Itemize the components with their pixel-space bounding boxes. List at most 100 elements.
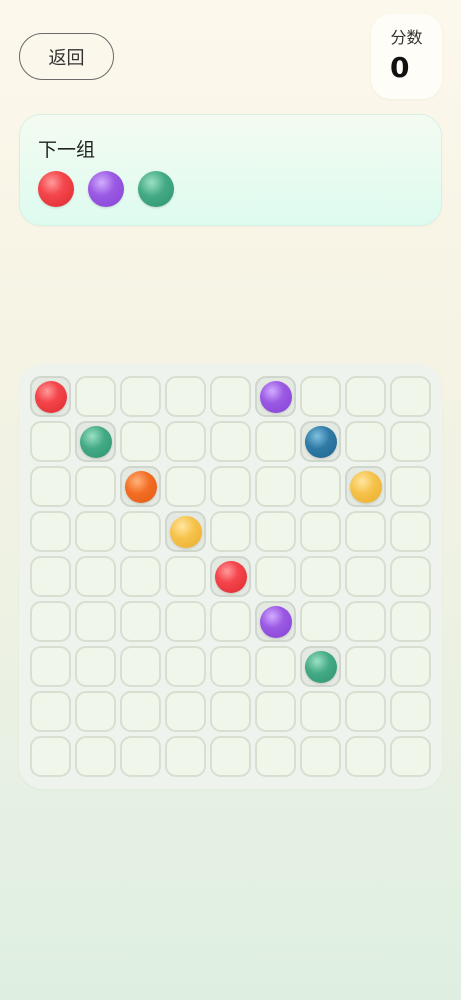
board-cell[interactable] [255,376,296,417]
board-cell[interactable] [165,691,206,732]
board-cell[interactable] [255,736,296,777]
board-cell[interactable] [75,466,116,507]
board-cell[interactable] [390,376,431,417]
board-cell[interactable] [165,466,206,507]
board-cell[interactable] [210,556,251,597]
board-cell[interactable] [165,376,206,417]
board-cell[interactable] [30,601,71,642]
board-cell[interactable] [210,466,251,507]
board-cell[interactable] [165,421,206,462]
ball-red[interactable] [34,380,67,413]
board-cell[interactable] [30,556,71,597]
board-cell[interactable] [255,601,296,642]
board-cell[interactable] [300,736,341,777]
board-cell[interactable] [390,466,431,507]
ball-purple[interactable] [259,605,292,638]
board-cell[interactable] [255,421,296,462]
ball-yellow[interactable] [169,515,202,548]
board-cell[interactable] [210,376,251,417]
ball-blue[interactable] [304,425,337,458]
board-cell[interactable] [75,376,116,417]
board-cell[interactable] [300,511,341,552]
board-cell[interactable] [345,376,386,417]
board-cell[interactable] [255,511,296,552]
board-cell[interactable] [345,601,386,642]
board-cell[interactable] [210,511,251,552]
ball-green[interactable] [304,650,337,683]
board-cell[interactable] [255,691,296,732]
next-ball-red [38,171,74,207]
board-cell[interactable] [165,601,206,642]
board-cell[interactable] [120,601,161,642]
board-cell[interactable] [390,511,431,552]
board-cell[interactable] [120,466,161,507]
ball-red[interactable] [214,560,247,593]
board-cell[interactable] [165,646,206,687]
board-cell[interactable] [30,466,71,507]
board-cell[interactable] [210,601,251,642]
board-cell[interactable] [210,736,251,777]
board-cell[interactable] [120,736,161,777]
ball-green[interactable] [79,425,112,458]
board-cell[interactable] [345,736,386,777]
board-cell[interactable] [75,601,116,642]
board-cell[interactable] [210,646,251,687]
board-cell[interactable] [390,691,431,732]
board-cell[interactable] [30,376,71,417]
board-cell[interactable] [75,691,116,732]
board-cell[interactable] [345,646,386,687]
board-cell[interactable] [120,376,161,417]
board-cell[interactable] [75,511,116,552]
board-cell[interactable] [300,691,341,732]
board-cell[interactable] [300,646,341,687]
board-cell[interactable] [255,556,296,597]
board-cell[interactable] [390,556,431,597]
ball-purple[interactable] [259,380,292,413]
board-cell[interactable] [345,511,386,552]
game-board [19,364,442,789]
board-cell[interactable] [120,556,161,597]
board-cell[interactable] [345,421,386,462]
board-cell[interactable] [390,646,431,687]
board-cell[interactable] [30,736,71,777]
board-cell[interactable] [30,421,71,462]
board-cell[interactable] [30,646,71,687]
board-cell[interactable] [75,736,116,777]
board-cell[interactable] [300,421,341,462]
score-value: 0 [390,51,410,84]
board-cell[interactable] [390,736,431,777]
board-cell[interactable] [390,601,431,642]
board-cell[interactable] [345,466,386,507]
board-cell[interactable] [210,691,251,732]
next-ball-green [138,171,174,207]
board-cell[interactable] [300,601,341,642]
board-cell[interactable] [165,556,206,597]
board-cell[interactable] [30,511,71,552]
board-cell[interactable] [345,556,386,597]
board-cell[interactable] [390,421,431,462]
board-cell[interactable] [165,736,206,777]
board-cell[interactable] [75,556,116,597]
board-cell[interactable] [30,691,71,732]
board-cell[interactable] [210,421,251,462]
ball-yellow[interactable] [349,470,382,503]
board-cell[interactable] [300,466,341,507]
board-cell[interactable] [120,691,161,732]
next-ball-purple [88,171,124,207]
next-group-title: 下一组 [38,139,96,161]
board-cell[interactable] [120,421,161,462]
board-cell[interactable] [120,511,161,552]
board-cell[interactable] [345,691,386,732]
board-cell[interactable] [255,466,296,507]
board-cell[interactable] [75,421,116,462]
board-cell[interactable] [255,646,296,687]
board-cell[interactable] [75,646,116,687]
board-cell[interactable] [300,556,341,597]
board-cell[interactable] [300,376,341,417]
back-button[interactable]: 返回 [19,33,114,80]
board-grid [30,376,431,777]
ball-orange[interactable] [124,470,157,503]
board-cell[interactable] [165,511,206,552]
next-group-balls [38,171,174,207]
board-cell[interactable] [120,646,161,687]
